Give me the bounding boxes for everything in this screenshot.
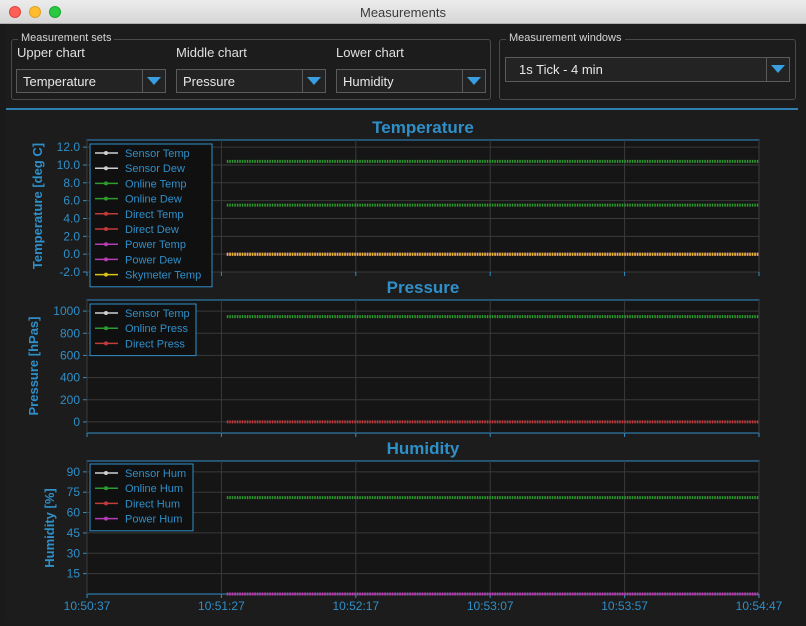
chart-humidity-ytick-label: 15 bbox=[67, 567, 81, 581]
chart-humidity-legend-label: Direct Hum bbox=[125, 498, 180, 510]
chart-humidity-legend-label: Online Hum bbox=[125, 483, 183, 495]
x-tick-label: 10:54:47 bbox=[736, 599, 783, 613]
chart-temperature-legend-marker bbox=[104, 211, 108, 216]
chart-temperature-legend-label: Power Dew bbox=[125, 254, 181, 266]
x-tick-label: 10:53:57 bbox=[601, 599, 648, 613]
chart-humidity-ytick-label: 75 bbox=[67, 485, 81, 499]
chart-temperature-legend-marker bbox=[104, 242, 108, 247]
chart-temperature-legend-marker bbox=[104, 257, 108, 262]
x-tick-label: 10:52:17 bbox=[332, 599, 379, 613]
chart-temperature-legend-marker bbox=[104, 227, 108, 231]
chart-humidity-ytick-label: 30 bbox=[67, 546, 81, 560]
chart-temperature-ylabel: Temperature [deg C] bbox=[30, 143, 45, 269]
chart-temperature-ytick-label: -2.0 bbox=[59, 265, 80, 279]
chart-temperature-legend-label: Sensor Temp bbox=[125, 148, 190, 160]
chart-pressure-ylabel: Pressure [hPas] bbox=[26, 317, 41, 416]
chart-temperature-legend-marker bbox=[104, 181, 108, 186]
chart-pressure-legend-marker bbox=[104, 341, 108, 346]
chart-temperature-ytick-label: 4.0 bbox=[63, 211, 80, 225]
chart-pressure-ytick-label: 800 bbox=[60, 326, 80, 340]
chart-pressure-legend-label: Online Press bbox=[125, 323, 188, 335]
chart-temperature-title: Temperature bbox=[372, 118, 474, 137]
chart-humidity-ylabel: Humidity [%] bbox=[42, 488, 57, 567]
chart-humidity-ytick-label: 90 bbox=[67, 465, 81, 479]
chart-temperature-legend-label: Power Temp bbox=[125, 239, 186, 251]
chart-temperature-legend-marker bbox=[104, 272, 108, 277]
chart-pressure-legend-label: Sensor Temp bbox=[125, 308, 190, 320]
chart-humidity-title: Humidity bbox=[387, 439, 460, 458]
x-tick-label: 10:50:37 bbox=[64, 599, 111, 613]
chart-humidity-legend-marker bbox=[104, 486, 108, 491]
chart-pressure-legend-marker bbox=[104, 311, 108, 315]
chart-humidity-ytick-label: 45 bbox=[67, 526, 81, 540]
chart-humidity-legend-label: Sensor Hum bbox=[125, 468, 186, 480]
chart-temperature-ytick-label: 10.0 bbox=[57, 158, 81, 172]
chart-temperature-legend-label: Online Dew bbox=[125, 194, 182, 206]
chart-pressure-legend-label: Direct Press bbox=[125, 338, 185, 350]
chart-pressure-legend-marker bbox=[104, 326, 108, 331]
chart-pressure-ytick-label: 200 bbox=[60, 393, 80, 407]
chart-humidity-legend-label: Power Hum bbox=[125, 514, 182, 526]
chart-humidity-legend-marker bbox=[104, 471, 108, 475]
chart-temperature-legend-marker bbox=[104, 151, 108, 155]
chart-temperature-legend-label: Sensor Dew bbox=[125, 163, 185, 175]
chart-temperature-legend-label: Online Temp bbox=[125, 178, 187, 190]
chart-pressure-ytick-label: 1000 bbox=[53, 304, 80, 318]
chart-temperature-legend-label: Direct Temp bbox=[125, 209, 183, 221]
chart-temperature-ytick-label: 12.0 bbox=[57, 140, 81, 154]
chart-pressure-ytick-label: 400 bbox=[60, 371, 80, 385]
chart-pressure-ytick-label: 600 bbox=[60, 348, 80, 362]
x-tick-label: 10:51:27 bbox=[198, 599, 245, 613]
chart-temperature-ytick-label: 0.0 bbox=[63, 247, 80, 261]
chart-temperature-legend-label: Direct Dew bbox=[125, 224, 179, 236]
x-tick-label: 10:53:07 bbox=[467, 599, 514, 613]
chart-temperature-ytick-label: 8.0 bbox=[63, 176, 80, 190]
chart-temperature-ytick-label: 6.0 bbox=[63, 194, 80, 208]
chart-temperature-ytick-label: 2.0 bbox=[63, 229, 80, 243]
chart-temperature-legend-label: Skymeter Temp bbox=[125, 270, 201, 282]
chart-pressure-ytick-label: 0 bbox=[73, 415, 80, 429]
chart-temperature-legend-marker bbox=[104, 196, 108, 201]
chart-humidity-legend-marker bbox=[104, 516, 108, 521]
chart-temperature-legend-marker bbox=[104, 166, 108, 171]
chart-humidity-ytick-label: 60 bbox=[67, 506, 81, 520]
chart-pressure-title: Pressure bbox=[387, 278, 460, 297]
charts-area: 12.0 10.0 8.0 6.0 4.0 2.0 0.0 -2.0 Temperature Te… bbox=[26, 118, 783, 613]
chart-humidity-legend-marker bbox=[104, 501, 108, 506]
